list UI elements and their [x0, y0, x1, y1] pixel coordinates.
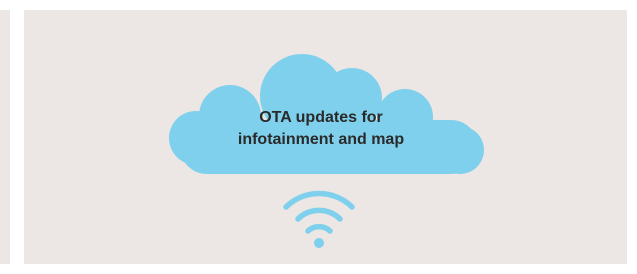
- cloud-label: OTA updates for infotainment and map: [196, 107, 446, 151]
- wifi-icon: [283, 190, 355, 234]
- cloud-label-line2: infotainment and map: [237, 131, 405, 148]
- diagram-stage: OTA updates for infotainment and map: [0, 0, 637, 274]
- cloud-label-line1: OTA updates for: [259, 109, 383, 126]
- wifi-dot: [314, 238, 324, 248]
